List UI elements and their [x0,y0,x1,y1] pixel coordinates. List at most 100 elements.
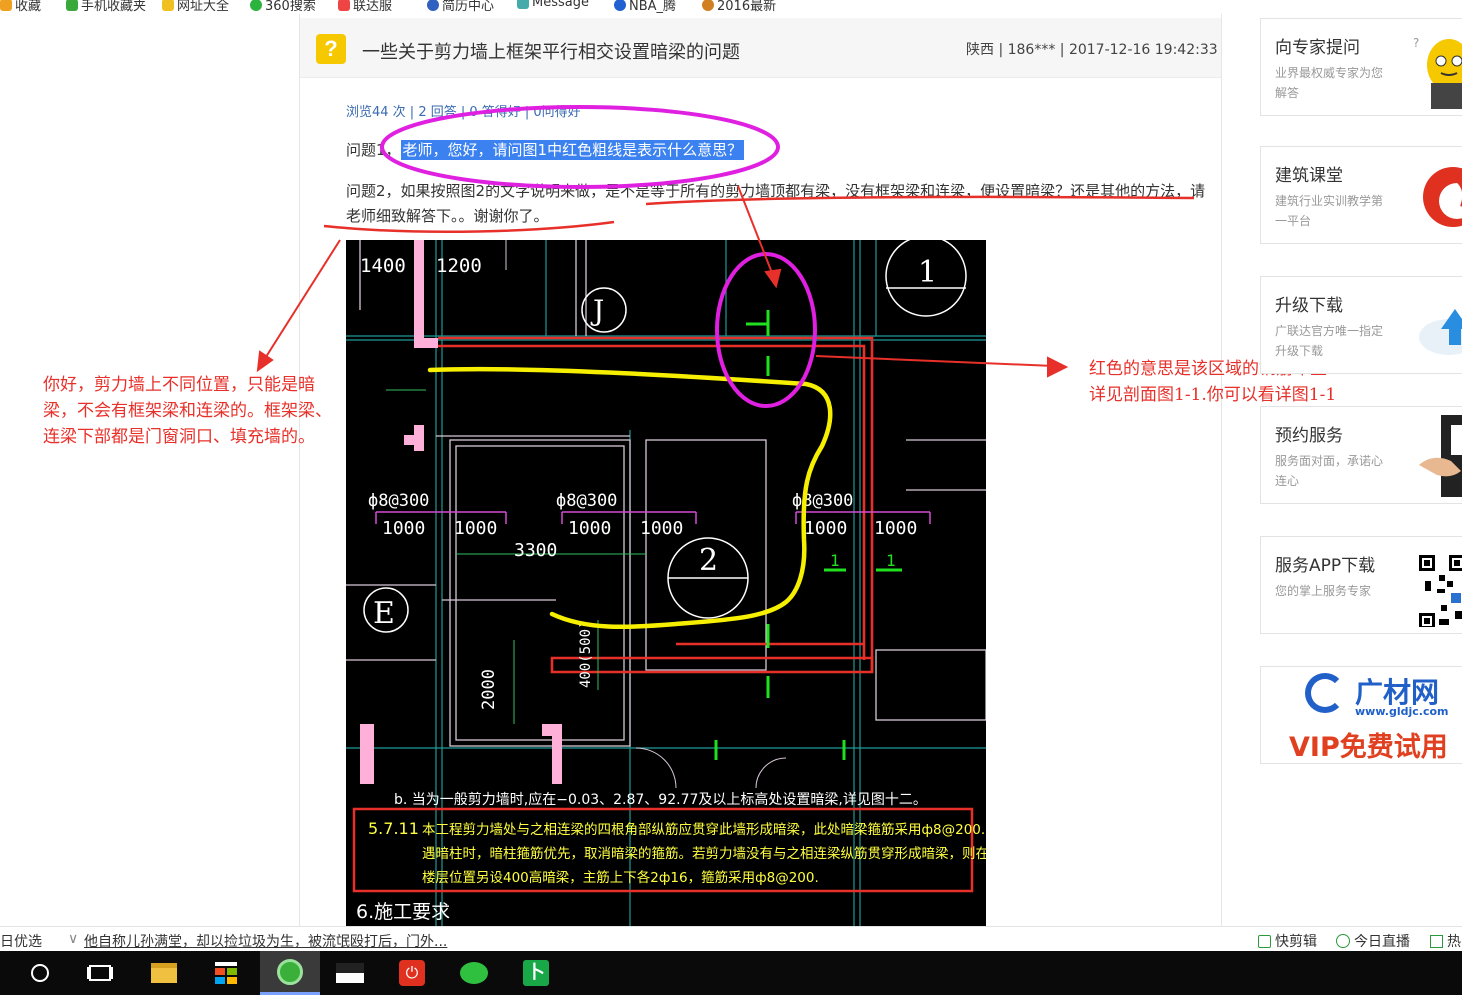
section-label: 1 [886,551,896,570]
glodon-app-icon[interactable]: 卜 [512,951,560,995]
cad-drawing-image: 1400 1200 J E 1 2 ф8@300 ф8@300 ф8@300 1… [346,240,986,926]
sidebar-card-app[interactable]: 服务APP下载 您的掌上服务专家 [1260,536,1462,634]
note-6: 6.施工要求 [356,901,450,923]
browser-360-icon[interactable] [260,951,320,995]
promo-slogan: VIP免费试用 [1289,732,1448,763]
question-stats[interactable]: 浏览44 次 | 2 回答 | 0 答得好 | 0问得好 [346,101,581,120]
svg-text:本工程剪力墙处与之相连梁的四根角部纵筋应贯穿此墙形成暗梁，此: 本工程剪力墙处与之相连梁的四根角部纵筋应贯穿此墙形成暗梁，此处暗梁箍筋采用ф8@… [422,821,985,838]
status-item-hot[interactable]: 热 [1430,931,1461,951]
card-desc: 建筑行业实训教学第一平台 [1275,194,1384,228]
nba-icon [614,0,626,11]
question-title: 一些关于剪力墙上框架平行相交设置暗梁的问题 [362,42,740,63]
task-view-icon[interactable] [76,951,124,995]
globe-icon [162,0,174,11]
card-desc: 服务面对面，承诺心连心 [1275,454,1384,488]
content-left-border [299,14,300,926]
note-b: b. 当为一般剪力墙时,应在−0.03、2.87、92.77及以上标高处设置暗梁… [394,791,927,808]
card-desc: 广联达官方唯一指定升级下载 [1275,324,1384,358]
cad-drawing: 1400 1200 J E 1 2 ф8@300 ф8@300 ф8@300 1… [346,240,986,926]
status-left-label[interactable]: 日优选 [0,931,42,951]
file-explorer-icon[interactable] [140,951,188,995]
card-desc: 您的掌上服务专家 [1275,584,1372,598]
axis-label-2: 2 [699,543,718,578]
svg-text:?: ? [1413,36,1419,50]
rebar-label: ф8@300 [556,491,617,511]
sidebar-card-ask-expert[interactable]: 向专家提问 业界最权威专家为您解答 ? [1260,18,1462,116]
bookmarks-bar: 收藏 手机收藏夹 网址大全 360搜索 联达服 简历中心 Message NBA… [0,0,1462,14]
hand-icon [517,0,529,9]
question-2: 问题2，如果按照图2的文字说明来做，是不是等于所有的剪力墙顶都有梁，没有框架梁和… [346,182,1206,225]
bookmark-item[interactable]: 网址大全 [162,0,229,14]
card-title: 服务APP下载 [1275,556,1376,576]
bookmark-item[interactable]: 手机收藏夹 [66,0,146,14]
bookmark-item[interactable]: 收藏 [0,0,41,14]
windows-taskbar: ⏻ 卜 [0,951,1462,995]
sidebar-card-course[interactable]: 建筑课堂 建筑行业实训教学第一平台 [1260,146,1462,244]
news-ticker-link[interactable]: 他自称儿孙满堂，却以捡垃圾为生，被流氓殴打后，门外... [84,931,447,951]
search-360-icon [250,0,262,11]
status-item-kuaijianji[interactable]: 快剪辑 [1258,931,1317,951]
card-desc: 业界最权威专家为您解答 [1275,66,1384,100]
section-label: 1 [830,551,840,570]
question-1-label: 问题1， [346,141,401,159]
card-title: 向专家提问 [1275,38,1360,58]
expert-mascot-icon: ? [1413,36,1462,109]
globe-icon [427,0,439,11]
dim-label: 1000 [804,518,847,539]
bookmark-item[interactable]: NBA_腾 [614,0,676,14]
site-icon [338,0,350,11]
news-icon [1430,934,1443,948]
play-icon [1336,934,1350,948]
video-edit-icon [1258,934,1271,948]
site-icon [702,0,714,11]
sidebar-card-booking[interactable]: 预约服务 服务面对面，承诺心连心 [1260,406,1462,504]
mail-icon[interactable] [326,951,374,995]
power-app-icon[interactable]: ⏻ [388,951,436,995]
cortana-search-icon[interactable] [16,951,64,995]
chevron-down-icon[interactable]: ∨ [68,931,78,947]
dim-label: 1200 [436,255,482,277]
card-title: 建筑课堂 [1275,166,1343,186]
rebar-label: ф8@300 [792,491,853,511]
cloud-upload-icon [1419,309,1462,355]
bookmark-item[interactable]: 360搜索 [250,0,316,14]
svg-text:5.7.11: 5.7.11 [368,819,419,838]
brand-url: www.gldjc.com [1355,705,1449,718]
flame-logo-icon [1423,167,1462,227]
status-item-live[interactable]: 今日直播 [1336,931,1410,951]
dim-label-400: 400(500) [578,621,594,688]
question-mark-icon: ? [316,34,346,64]
brand-logo-icon [1305,673,1345,713]
handshake-icon [1419,415,1462,497]
browser-status-bar: 日优选 ∨ 他自称儿孙满堂，却以捡垃圾为生，被流氓殴打后，门外... 快剪辑 今… [0,926,1462,951]
dim-label-2000: 2000 [479,669,499,710]
dim-label: 1000 [874,518,917,539]
dim-label: 1400 [360,255,406,277]
axis-label-e: E [373,596,395,631]
annotation-line: 详见剖面图1-1.你可以看详图1-1 [1089,385,1337,405]
qr-code-icon[interactable] [1411,545,1462,627]
selected-text[interactable]: 老师，您好，请问图1中红色粗线是表示什么意思？ [400,140,745,160]
sidebar-card-upgrade[interactable]: 升级下载 广联达官方唯一指定升级下载 [1260,276,1462,374]
answer-annotation-left: 你好，剪力墙上不同位置，只能是暗梁，不会有框架梁和连梁的。框架梁、连梁下部都是门… [43,375,332,447]
store-icon[interactable] [202,951,250,995]
wechat-icon[interactable] [450,951,498,995]
phone-icon [66,0,78,11]
bookmark-item[interactable]: Message [517,0,589,10]
star-icon [0,0,12,11]
bookmark-item[interactable]: 联达服 [338,0,392,14]
dim-label: 1000 [454,518,497,539]
dim-label: 1000 [640,518,683,539]
bookmark-item[interactable]: 简历中心 [427,0,494,14]
sidebar-promo-gldjc[interactable]: 广材网 www.gldjc.com VIP免费试用 [1260,666,1462,764]
card-title: 升级下载 [1275,296,1343,316]
question-meta: 陕西 | 186*** | 2017-12-16 19:42:33 [966,42,1218,58]
axis-label-1: 1 [918,255,937,290]
rebar-label: ф8@300 [368,491,429,511]
content-right-border [1221,14,1222,926]
dim-label-3300: 3300 [514,540,557,561]
bookmark-item[interactable]: 2016最新 [702,0,776,14]
question-1: 问题1， 老师，您好，请问图1中红色粗线是表示什么意思？ [346,139,745,160]
dim-label: 1000 [382,518,425,539]
svg-text:遇暗柱时，暗柱箍筋优先，取消暗梁的箍筋。若剪力墙没有与之相连: 遇暗柱时，暗柱箍筋优先，取消暗梁的箍筋。若剪力墙没有与之相连梁纵筋贯穿形成暗梁，… [422,845,986,862]
